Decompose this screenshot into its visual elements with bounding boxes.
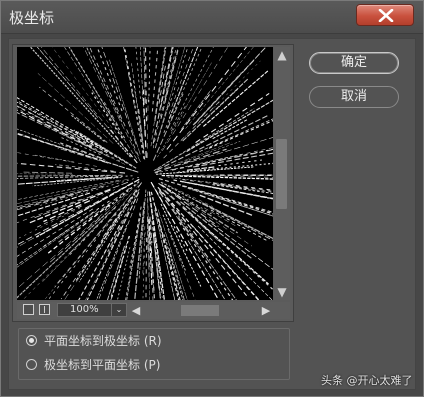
preview-streak <box>85 226 122 300</box>
preview-streak <box>43 200 91 223</box>
preview-streak <box>210 209 267 241</box>
preview-streak <box>17 190 84 208</box>
preview-streak <box>35 154 75 163</box>
preview-streak <box>208 120 273 149</box>
preview-streak <box>40 200 110 249</box>
preview-streak <box>185 47 254 129</box>
zoom-value: 100% <box>70 304 99 315</box>
preview-streak <box>103 101 119 126</box>
zoom-select[interactable]: 100% ⌄ <box>57 303 127 317</box>
radio-polar-to-rect[interactable] <box>26 359 37 370</box>
close-icon <box>378 9 394 22</box>
cancel-button[interactable]: 取消 <box>309 86 399 108</box>
preview-streak <box>158 191 193 237</box>
title-bar: 极坐标 <box>1 1 423 34</box>
preview-streak <box>17 173 73 175</box>
preview-streak <box>180 141 241 164</box>
preview-streak <box>197 225 273 300</box>
preview-streak <box>168 248 185 300</box>
scroll-down-arrow-icon[interactable]: ▼ <box>274 285 290 299</box>
preview-streak <box>212 119 248 140</box>
preview-streak <box>148 47 151 103</box>
preview-image <box>17 47 273 300</box>
preview-streak <box>192 225 260 300</box>
conversion-options: 平面坐标到极坐标 (R) 极坐标到平面坐标 (P) <box>18 328 290 380</box>
scroll-right-arrow-icon[interactable]: ▶ <box>259 302 273 319</box>
preview-streak <box>64 47 138 160</box>
preview-streak <box>161 47 229 152</box>
preview-streak <box>129 206 142 268</box>
preview-streak <box>160 47 174 108</box>
preview-vertical-scrollbar[interactable]: ▲ ▼ <box>274 47 290 300</box>
horizontal-scroll-thumb[interactable] <box>181 305 219 316</box>
option-label: 平面坐标到极坐标 (R) <box>44 334 162 348</box>
zoom-out-icon[interactable] <box>23 304 34 315</box>
radio-rect-to-polar[interactable] <box>26 335 37 346</box>
preview-streak <box>147 96 149 158</box>
filter-preview[interactable] <box>17 47 273 300</box>
preview-streak <box>55 164 114 172</box>
preview-streak <box>204 218 273 270</box>
preview-streak <box>199 118 273 152</box>
watermark: 头条 @开心太难了 <box>321 374 413 387</box>
preview-streak <box>70 114 105 142</box>
preview-streak <box>135 47 141 99</box>
zoom-in-icon[interactable] <box>39 304 50 315</box>
preview-streak <box>86 47 123 123</box>
preview-streak <box>182 78 249 142</box>
preview-streak <box>180 89 212 130</box>
preview-horizontal-scrollbar[interactable] <box>145 305 257 316</box>
preview-streak <box>149 228 154 300</box>
preview-streak <box>36 47 98 118</box>
dialog-title: 极坐标 <box>9 9 55 27</box>
preview-streak <box>68 47 115 121</box>
preview-streak <box>163 100 221 159</box>
preview-streak <box>39 86 108 143</box>
preview-streak <box>152 47 173 144</box>
preview-streak <box>158 182 219 227</box>
preview-streak <box>176 60 261 146</box>
scroll-left-arrow-icon[interactable]: ◀ <box>129 302 143 319</box>
preview-controls: 100% ⌄ ◀ ▶ <box>17 302 290 319</box>
preview-streak <box>167 174 273 177</box>
option-label: 极坐标到平面坐标 (P) <box>44 358 161 372</box>
chevron-down-icon[interactable]: ⌄ <box>111 304 126 316</box>
vertical-scroll-thumb[interactable] <box>276 139 287 209</box>
preview-streak <box>17 162 126 174</box>
preview-streak <box>145 47 147 122</box>
preview-streak <box>163 47 179 104</box>
close-button[interactable] <box>356 4 414 26</box>
preview-streak <box>153 108 255 172</box>
preview-streak <box>107 175 133 178</box>
preview-streak <box>145 237 147 300</box>
preview-streak <box>48 217 100 264</box>
preview-streak <box>98 198 139 300</box>
preview-streak <box>157 47 186 140</box>
preview-streak <box>17 175 109 179</box>
ok-button[interactable]: 确定 <box>309 52 399 74</box>
preview-streak <box>123 47 135 105</box>
preview-streak <box>150 181 220 300</box>
preview-streak <box>22 171 73 174</box>
preview-streak <box>142 232 146 300</box>
scroll-up-arrow-icon[interactable]: ▲ <box>274 48 290 62</box>
preview-streak <box>212 184 273 194</box>
preview-streak <box>194 47 267 125</box>
